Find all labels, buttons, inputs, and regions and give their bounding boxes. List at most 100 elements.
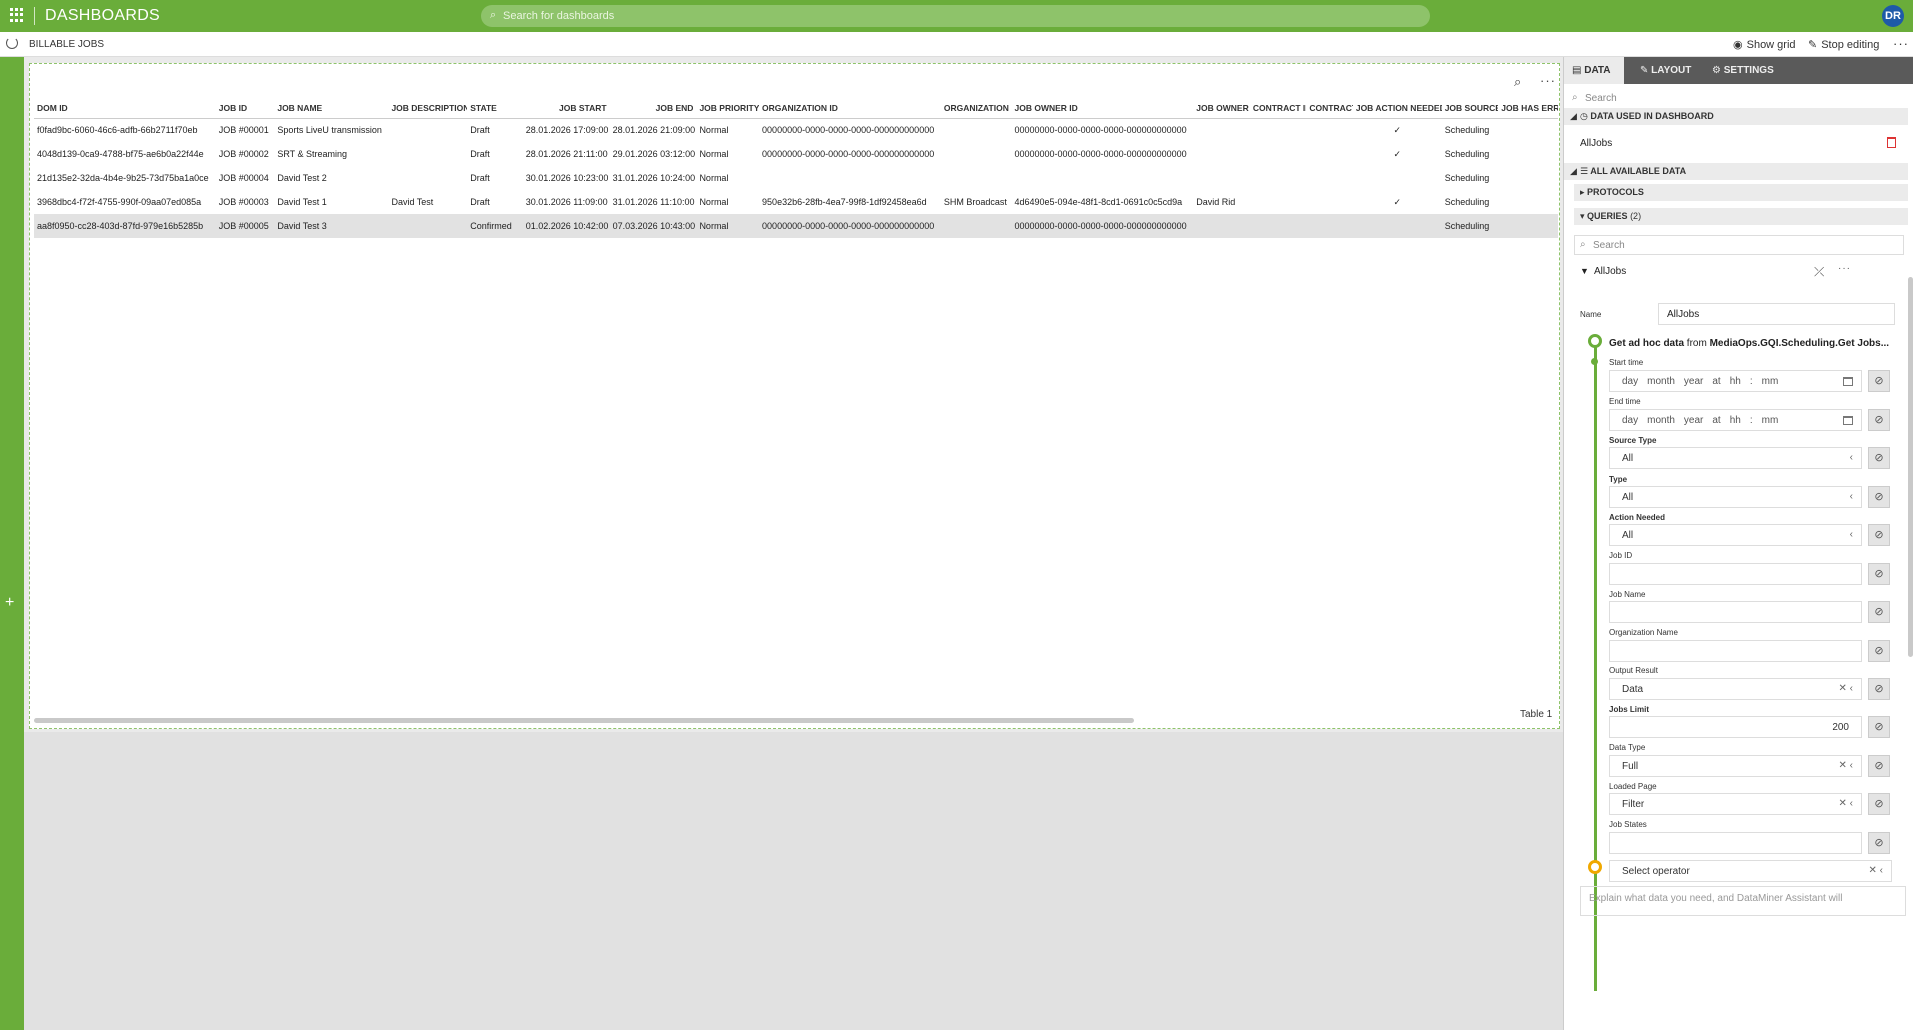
table-row[interactable]: 4048d139-0ca9-4788-bf75-ae6b0a22f44e JOB … (34, 142, 1558, 166)
apps-grid-icon[interactable] (10, 8, 24, 22)
action-needed-select[interactable]: All ‹ (1609, 524, 1862, 546)
avatar[interactable]: DR (1882, 5, 1904, 27)
link-feed-button[interactable]: ⊘ (1868, 640, 1890, 662)
operation-source: MediaOps.GQI.Scheduling.Get Jobs... (1709, 338, 1890, 349)
data-used-header[interactable]: ◢ ◷ DATA USED IN DASHBOARD (1564, 108, 1908, 125)
loaded-page-select[interactable]: Filter ✕ ‹ (1609, 793, 1862, 815)
column-header[interactable]: JOB ID (215, 98, 275, 119)
column-header[interactable]: JOB NAME (274, 98, 389, 119)
delete-icon[interactable] (1887, 137, 1896, 148)
column-header[interactable]: STATE (467, 98, 523, 119)
column-header[interactable]: CONTRACT ID (1249, 98, 1307, 119)
table-cell: 30.01.2026 11:09:00 (525, 197, 608, 207)
link-feed-button[interactable]: ⊘ (1868, 716, 1890, 738)
search-icon[interactable]: ⌕ (1514, 74, 1521, 90)
chevron-left-icon: ‹ (1849, 491, 1853, 502)
select-operator-input[interactable]: Select operator ✕ ‹ (1609, 860, 1892, 882)
link-feed-button[interactable]: ⊘ (1868, 409, 1890, 431)
calendar-icon[interactable] (1843, 377, 1853, 386)
tab-layout[interactable]: ✎ LAYOUT (1632, 57, 1699, 84)
stop-editing-button[interactable]: ✎ Stop editing (1808, 38, 1879, 52)
clear-chevron-icon[interactable]: ✕ ‹ (1839, 760, 1854, 771)
query-item[interactable]: ▼ AllJobs ⤫ ··· (1580, 262, 1904, 282)
link-feed-button[interactable]: ⊘ (1868, 524, 1890, 546)
type-select[interactable]: All ‹ (1609, 486, 1862, 508)
job-name-input[interactable] (1609, 601, 1862, 623)
column-header[interactable]: JOB OWNER (1193, 98, 1250, 119)
link-feed-button[interactable]: ⊘ (1868, 793, 1890, 815)
dashboard-search-input[interactable]: ⌕ Search for dashboards (481, 5, 1430, 27)
job-id-input[interactable] (1609, 563, 1862, 585)
vertical-scrollbar[interactable] (1908, 277, 1913, 657)
add-component-icon[interactable]: + (5, 594, 14, 612)
column-header[interactable]: JOB ACTION NEEDED (1352, 98, 1442, 119)
start-time-input[interactable]: day month year at hh: mm (1609, 370, 1862, 392)
table-cell (941, 118, 1012, 142)
assistant-input[interactable]: Explain what data you need, and DataMine… (1580, 886, 1906, 916)
unlink-icon[interactable]: ⤫ (1814, 264, 1824, 280)
column-header[interactable]: CONTRACT (1306, 98, 1353, 119)
table-row[interactable]: f0fad9bc-6060-46c6-adfb-66b2711f70eb JOB … (34, 118, 1558, 142)
organization-name-input[interactable] (1609, 640, 1862, 662)
all-data-header[interactable]: ◢ ☰ ALL AVAILABLE DATA (1564, 163, 1908, 180)
clear-chevron-icon[interactable]: ✕ ‹ (1839, 798, 1854, 809)
link-feed-button[interactable]: ⊘ (1868, 447, 1890, 469)
tab-data[interactable]: ▤ DATA (1564, 57, 1624, 84)
table-cell (1498, 142, 1558, 166)
table-cell: 00000000-0000-0000-0000-000000000000 (1014, 149, 1187, 159)
link-feed-button[interactable]: ⊘ (1868, 755, 1890, 777)
table-cell (1306, 142, 1352, 166)
table-caption: Table 1 (1520, 709, 1553, 720)
column-header[interactable]: JOB DESCRIPTION (388, 98, 468, 119)
column-header[interactable]: ORGANIZATION ID (759, 98, 941, 119)
used-data-item[interactable]: AllJobs (1564, 133, 1908, 155)
column-header[interactable]: JOB SOURCE (1441, 98, 1499, 119)
calendar-icon[interactable] (1843, 416, 1853, 425)
query-operation[interactable]: Get ad hoc data from MediaOps.GQI.Schedu… (1609, 338, 1889, 349)
action-needed-check-icon: ✓ (1393, 196, 1402, 207)
table-row[interactable]: 3968dbc4-f72f-4755-990f-09aa07ed085a JOB … (34, 190, 1558, 214)
table-cell: 07.03.2026 10:43:00 (609, 214, 697, 238)
link-feed-button[interactable]: ⊘ (1868, 678, 1890, 700)
table-row[interactable]: aa8f0950-cc28-403d-87fd-979e16b5285b JOB … (34, 214, 1558, 238)
query-search-input[interactable]: ⌕ Search (1574, 235, 1904, 255)
protocols-section[interactable]: ▸ PROTOCOLS (1574, 184, 1908, 201)
show-grid-button[interactable]: ◉ Show grid (1733, 38, 1796, 52)
link-feed-button[interactable]: ⊘ (1868, 486, 1890, 508)
queries-section[interactable]: ▾ QUERIES (2) (1574, 208, 1908, 225)
job-states-input[interactable] (1609, 832, 1862, 854)
clear-chevron-icon[interactable]: ✕ ‹ (1839, 683, 1854, 694)
data-type-select[interactable]: Full ✕ ‹ (1609, 755, 1862, 777)
refresh-icon[interactable] (6, 37, 18, 49)
field-label: Source Type (1609, 436, 1657, 445)
tab-settings[interactable]: ⚙ SETTINGS (1704, 57, 1782, 84)
output-result-select[interactable]: Data ✕ ‹ (1609, 678, 1862, 700)
query-name-input[interactable]: AllJobs (1658, 303, 1895, 325)
data-search-input[interactable]: ⌕ Search (1570, 88, 1906, 108)
table-row[interactable]: 21d135e2-32da-4b4e-9b25-73d75ba1a0ce JOB … (34, 166, 1558, 190)
field-label: Loaded Page (1609, 782, 1657, 791)
link-feed-button[interactable]: ⊘ (1868, 563, 1890, 585)
column-header[interactable]: JOB START (522, 98, 610, 119)
link-feed-button[interactable]: ⊘ (1868, 601, 1890, 623)
link-feed-button[interactable]: ⊘ (1868, 370, 1890, 392)
more-options-icon[interactable]: ··· (1838, 263, 1851, 274)
table-widget[interactable]: ⌕ ··· DOM ID JOB ID JOB NAME JOB DESCRIP… (29, 63, 1560, 729)
clear-chevron-icon[interactable]: ✕ ‹ (1869, 865, 1884, 876)
chevron-down-icon: ◢ (1570, 166, 1577, 176)
chevron-down-icon: ▾ (1580, 211, 1588, 221)
more-options-icon[interactable]: ··· (1540, 73, 1556, 88)
column-header[interactable]: JOB OWNER ID (1011, 98, 1194, 119)
column-header[interactable]: JOB PRIORITY (696, 98, 760, 119)
column-header[interactable]: JOB HAS ERRO (1498, 98, 1558, 119)
end-time-input[interactable]: day month year at hh: mm (1609, 409, 1862, 431)
source-type-select[interactable]: All ‹ (1609, 447, 1862, 469)
column-header[interactable]: DOM ID (34, 98, 216, 119)
column-header[interactable]: JOB END (609, 98, 697, 119)
horizontal-scrollbar[interactable] (34, 718, 1134, 723)
table-cell: Draft (470, 173, 490, 183)
more-options-icon[interactable]: ··· (1893, 36, 1909, 51)
column-header[interactable]: ORGANIZATION (940, 98, 1012, 119)
jobs-limit-input[interactable]: 200 (1609, 716, 1862, 738)
link-feed-button[interactable]: ⊘ (1868, 832, 1890, 854)
